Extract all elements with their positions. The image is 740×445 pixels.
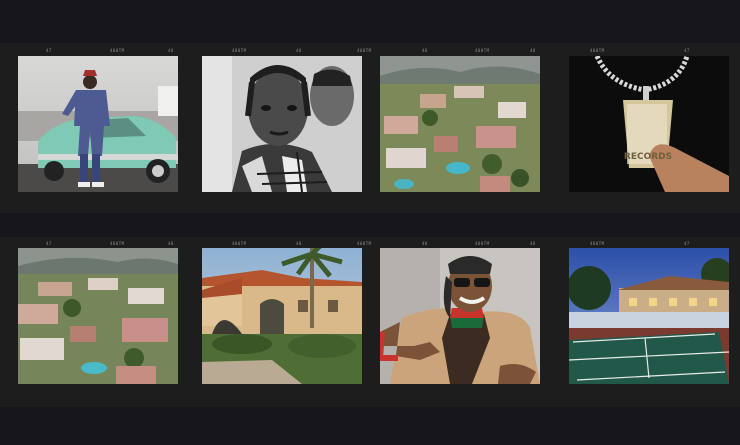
photo-man-sunglasses xyxy=(380,248,540,384)
edge-code: 47 xyxy=(46,241,52,246)
edge-code: 47 xyxy=(684,48,690,53)
photo-mansion-tennis xyxy=(569,248,729,384)
edge-code: 47 xyxy=(684,241,690,246)
film-edge-codes-bottom: 47 400TM 48 400TM 48 400TM 48 400TM 48 4… xyxy=(0,239,740,247)
pendant-text: RECORDS xyxy=(624,152,672,162)
edge-code: 400TM xyxy=(110,48,125,53)
edge-code: 400TM xyxy=(232,48,247,53)
edge-code: 400TM xyxy=(475,48,490,53)
edge-code: 48 xyxy=(422,48,428,53)
edge-code: 48 xyxy=(422,241,428,246)
edge-code: 48 xyxy=(530,241,536,246)
edge-code: 48 xyxy=(530,48,536,53)
photo-man-by-car xyxy=(18,56,178,192)
photo-pendant-chain: RECORDS xyxy=(569,56,729,192)
photo-bw-portrait xyxy=(202,56,362,192)
edge-code: 400TM xyxy=(357,48,372,53)
photo-aerial-neighborhood-2 xyxy=(18,248,178,384)
edge-code: 48 xyxy=(296,48,302,53)
edge-code: 400TM xyxy=(475,241,490,246)
edge-code: 48 xyxy=(296,241,302,246)
edge-code: 400TM xyxy=(110,241,125,246)
edge-code: 400TM xyxy=(590,48,605,53)
film-edge-codes-top: 47 400TM 48 400TM 48 400TM 48 400TM 48 4… xyxy=(0,46,740,54)
edge-code: 400TM xyxy=(590,241,605,246)
edge-code: 47 xyxy=(46,48,52,53)
edge-code: 48 xyxy=(168,241,174,246)
edge-code: 400TM xyxy=(357,241,372,246)
photo-aerial-neighborhood xyxy=(380,56,540,192)
photo-villa-palm xyxy=(202,248,362,384)
edge-code: 48 xyxy=(168,48,174,53)
edge-code: 400TM xyxy=(232,241,247,246)
